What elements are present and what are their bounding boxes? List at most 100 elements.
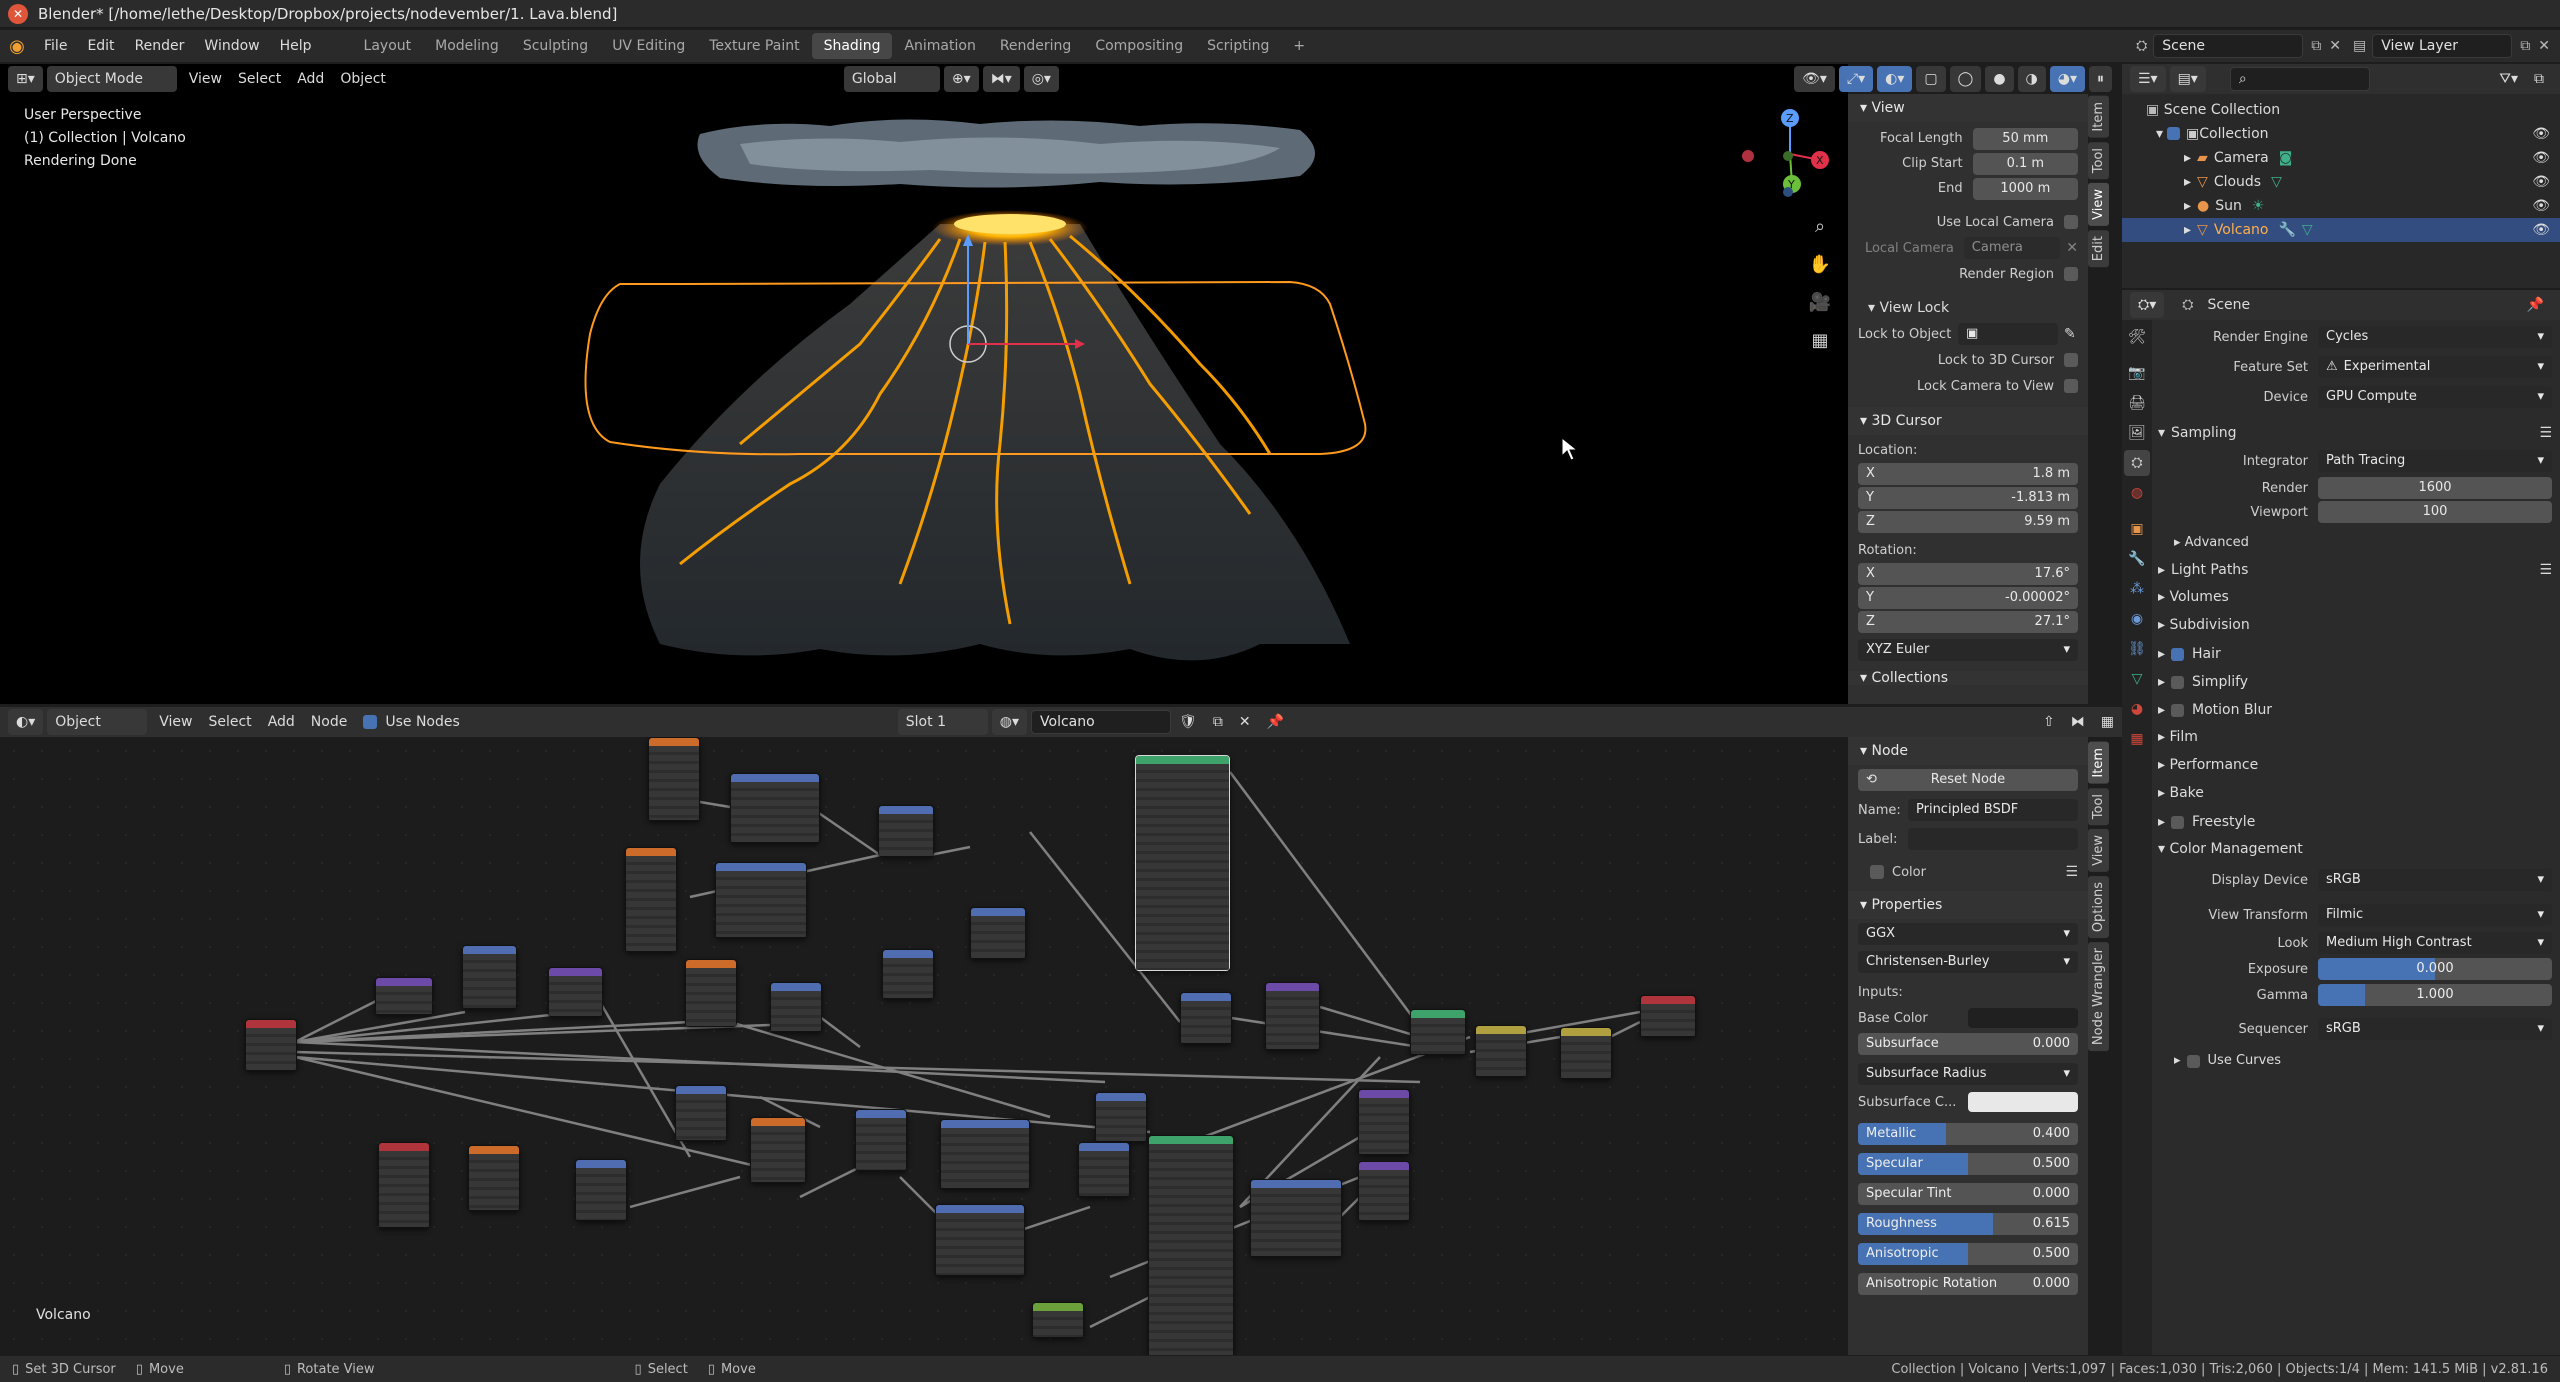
- outliner-item-clouds[interactable]: ▸ ▽ Clouds ▽ 👁: [2122, 170, 2560, 194]
- distribution-selector[interactable]: GGX ▾: [1858, 923, 2078, 945]
- backdrop-icon[interactable]: ▦: [2093, 709, 2122, 735]
- node-colorramp-a[interactable]: [730, 773, 820, 843]
- 3d-viewport[interactable]: User Perspective (1) Collection | Volcan…: [0, 64, 1848, 704]
- integrator-selector[interactable]: Path Tracing ▾: [2318, 450, 2552, 472]
- collections-panel-header[interactable]: ▾ Collections: [1848, 671, 2088, 685]
- outliner-item-camera[interactable]: ▸ ▰ Camera ◙ 👁: [2122, 146, 2560, 170]
- viewport-menu-select[interactable]: Select: [230, 66, 289, 92]
- subdivision-panel-header[interactable]: ▸ Subdivision: [2158, 612, 2552, 640]
- outliner-item-sun[interactable]: ▸ ● Sun ☀ 👁: [2122, 194, 2560, 218]
- node-mix-c[interactable]: [1560, 1027, 1612, 1079]
- constraints-tab-icon[interactable]: ⛓: [2124, 636, 2150, 662]
- node-tab-view[interactable]: View: [2088, 828, 2109, 872]
- viewport-menu-add[interactable]: Add: [289, 66, 332, 92]
- subsurface-method-selector[interactable]: Christensen-Burley ▾: [1858, 951, 2078, 973]
- sidebar-tab-item[interactable]: Item: [2088, 96, 2109, 138]
- render-region-checkbox[interactable]: [2064, 267, 2078, 281]
- volcano-visibility-icon[interactable]: 👁: [2532, 218, 2550, 242]
- rotation-mode-selector[interactable]: XYZ Euler ▾: [1858, 639, 2078, 661]
- tab-animation[interactable]: Animation: [892, 33, 987, 59]
- expand-arrow-icon[interactable]: ▸: [2184, 146, 2191, 170]
- motion-blur-panel-header[interactable]: ▸ Motion Blur: [2158, 696, 2552, 724]
- sidebar-tab-edit[interactable]: Edit: [2088, 229, 2109, 267]
- xray-icon[interactable]: ▢: [1916, 66, 1946, 92]
- render-tab-icon[interactable]: 📷: [2124, 360, 2150, 386]
- navigation-gizmo[interactable]: Z X Y: [1740, 104, 1836, 200]
- shader-type-selector[interactable]: Object: [47, 709, 148, 735]
- pan-hand-icon[interactable]: ✋: [1808, 246, 1832, 284]
- volumes-panel-header[interactable]: ▸ Volumes: [2158, 584, 2552, 612]
- node-noise-c[interactable]: [468, 1145, 520, 1211]
- specular-tint-slider[interactable]: Specular Tint 0.000: [1858, 1183, 2078, 1205]
- node-noise-b[interactable]: [625, 847, 677, 952]
- fake-user-icon[interactable]: 🛡: [1171, 709, 1205, 735]
- material-browse-icon[interactable]: ◍▾: [991, 709, 1028, 735]
- expand-arrow-icon[interactable]: ▸: [2184, 218, 2191, 242]
- node-math-b[interactable]: [878, 805, 934, 857]
- node-math-c[interactable]: [970, 907, 1026, 959]
- use-local-camera-checkbox[interactable]: [2064, 215, 2078, 229]
- node-tab-item[interactable]: Item: [2088, 742, 2109, 784]
- sampling-panel-header[interactable]: ▾ Sampling ☰: [2158, 420, 2552, 446]
- node-principled-bsdf-b[interactable]: [1148, 1135, 1234, 1355]
- node-math-h[interactable]: [1095, 1092, 1147, 1142]
- node-mix-a[interactable]: [1180, 992, 1232, 1044]
- anisotropic-rotation-slider[interactable]: Anisotropic Rotation 0.000: [1858, 1273, 2078, 1295]
- close-window-icon[interactable]: ✕: [8, 3, 28, 24]
- subsurface-color-swatch[interactable]: [1968, 1092, 2078, 1112]
- lock-camera-checkbox[interactable]: [2064, 379, 2078, 393]
- material-tab-icon[interactable]: ◕: [2124, 696, 2150, 722]
- anisotropic-slider[interactable]: Anisotropic 0.500: [1858, 1243, 2078, 1265]
- node-mix-shader[interactable]: [1410, 1009, 1466, 1055]
- sequencer-selector[interactable]: sRGB ▾: [2318, 1018, 2552, 1040]
- node-noise-a[interactable]: [648, 737, 700, 821]
- overlay-toggle-icon[interactable]: ◐▾: [1877, 66, 1913, 92]
- node-math-i[interactable]: [1078, 1142, 1130, 1197]
- roughness-slider[interactable]: Roughness 0.615: [1858, 1213, 2078, 1235]
- render-engine-selector[interactable]: Cycles ▾: [2318, 326, 2552, 348]
- particles-tab-icon[interactable]: ⁂: [2124, 576, 2150, 602]
- outliner-item-volcano[interactable]: ▸ ▽ Volcano 🔧 ▽ 👁: [2122, 218, 2560, 242]
- node-name-field[interactable]: Principled BSDF: [1908, 799, 2078, 821]
- node-colorramp-f[interactable]: [1250, 1179, 1342, 1257]
- collection-include-checkbox[interactable]: [2167, 127, 2181, 140]
- view-panel-header[interactable]: ▾ View: [1848, 94, 2088, 122]
- node-bump[interactable]: [1265, 982, 1320, 1050]
- base-color-swatch[interactable]: [1968, 1008, 2078, 1028]
- collection-visibility-icon[interactable]: 👁: [2532, 122, 2550, 146]
- camera-view-icon[interactable]: 🎥: [1808, 284, 1832, 322]
- node-mix-b[interactable]: [1475, 1025, 1527, 1077]
- node-math-e[interactable]: [882, 949, 934, 999]
- tab-modeling[interactable]: Modeling: [423, 33, 511, 59]
- shading-wireframe-icon[interactable]: ◯: [1949, 66, 1982, 92]
- material-name-field[interactable]: Volcano: [1031, 710, 1172, 734]
- outliner-scene-collection[interactable]: ▣ Scene Collection: [2122, 98, 2560, 122]
- use-nodes-checkbox[interactable]: [363, 715, 378, 729]
- cursor-rot-y-field[interactable]: Y -0.00002°: [1858, 587, 2078, 609]
- outliner-editor-type-icon[interactable]: ☰▾: [2130, 66, 2166, 92]
- view-layer-tab-icon[interactable]: 🖼: [2124, 420, 2150, 446]
- presets-icon[interactable]: ☰: [2539, 557, 2552, 583]
- motion-blur-checkbox[interactable]: [2171, 703, 2185, 717]
- node-menu-select[interactable]: Select: [200, 709, 259, 735]
- render-samples-field[interactable]: 1600: [2318, 477, 2552, 499]
- node-colorramp-d[interactable]: [935, 1204, 1025, 1276]
- node-texture-coord-b[interactable]: [378, 1142, 430, 1228]
- node-math-f[interactable]: [675, 1085, 727, 1141]
- menu-render[interactable]: Render: [125, 30, 195, 62]
- node-panel-header[interactable]: ▾ Node: [1848, 737, 2088, 765]
- pin-context-icon[interactable]: 📌: [2519, 292, 2552, 318]
- performance-panel-header[interactable]: ▸ Performance: [2158, 752, 2552, 780]
- expand-arrow-icon[interactable]: ▸: [2184, 170, 2191, 194]
- node-vector-math[interactable]: [548, 967, 603, 1017]
- object-tab-icon[interactable]: ▣: [2124, 516, 2150, 542]
- data-tab-icon[interactable]: ▽: [2124, 666, 2150, 692]
- reset-node-button[interactable]: ⟲ Reset Node: [1858, 769, 2078, 791]
- node-color-checkbox[interactable]: [1870, 865, 1884, 879]
- node-math-d[interactable]: [770, 982, 822, 1032]
- node-menu-view[interactable]: View: [151, 709, 200, 735]
- parent-tree-icon[interactable]: ⇧: [2035, 709, 2063, 735]
- scene-selector[interactable]: Scene: [2153, 34, 2304, 58]
- snap-icon[interactable]: ⧓▾: [982, 66, 1020, 92]
- hair-panel-header[interactable]: ▸ Hair: [2158, 640, 2552, 668]
